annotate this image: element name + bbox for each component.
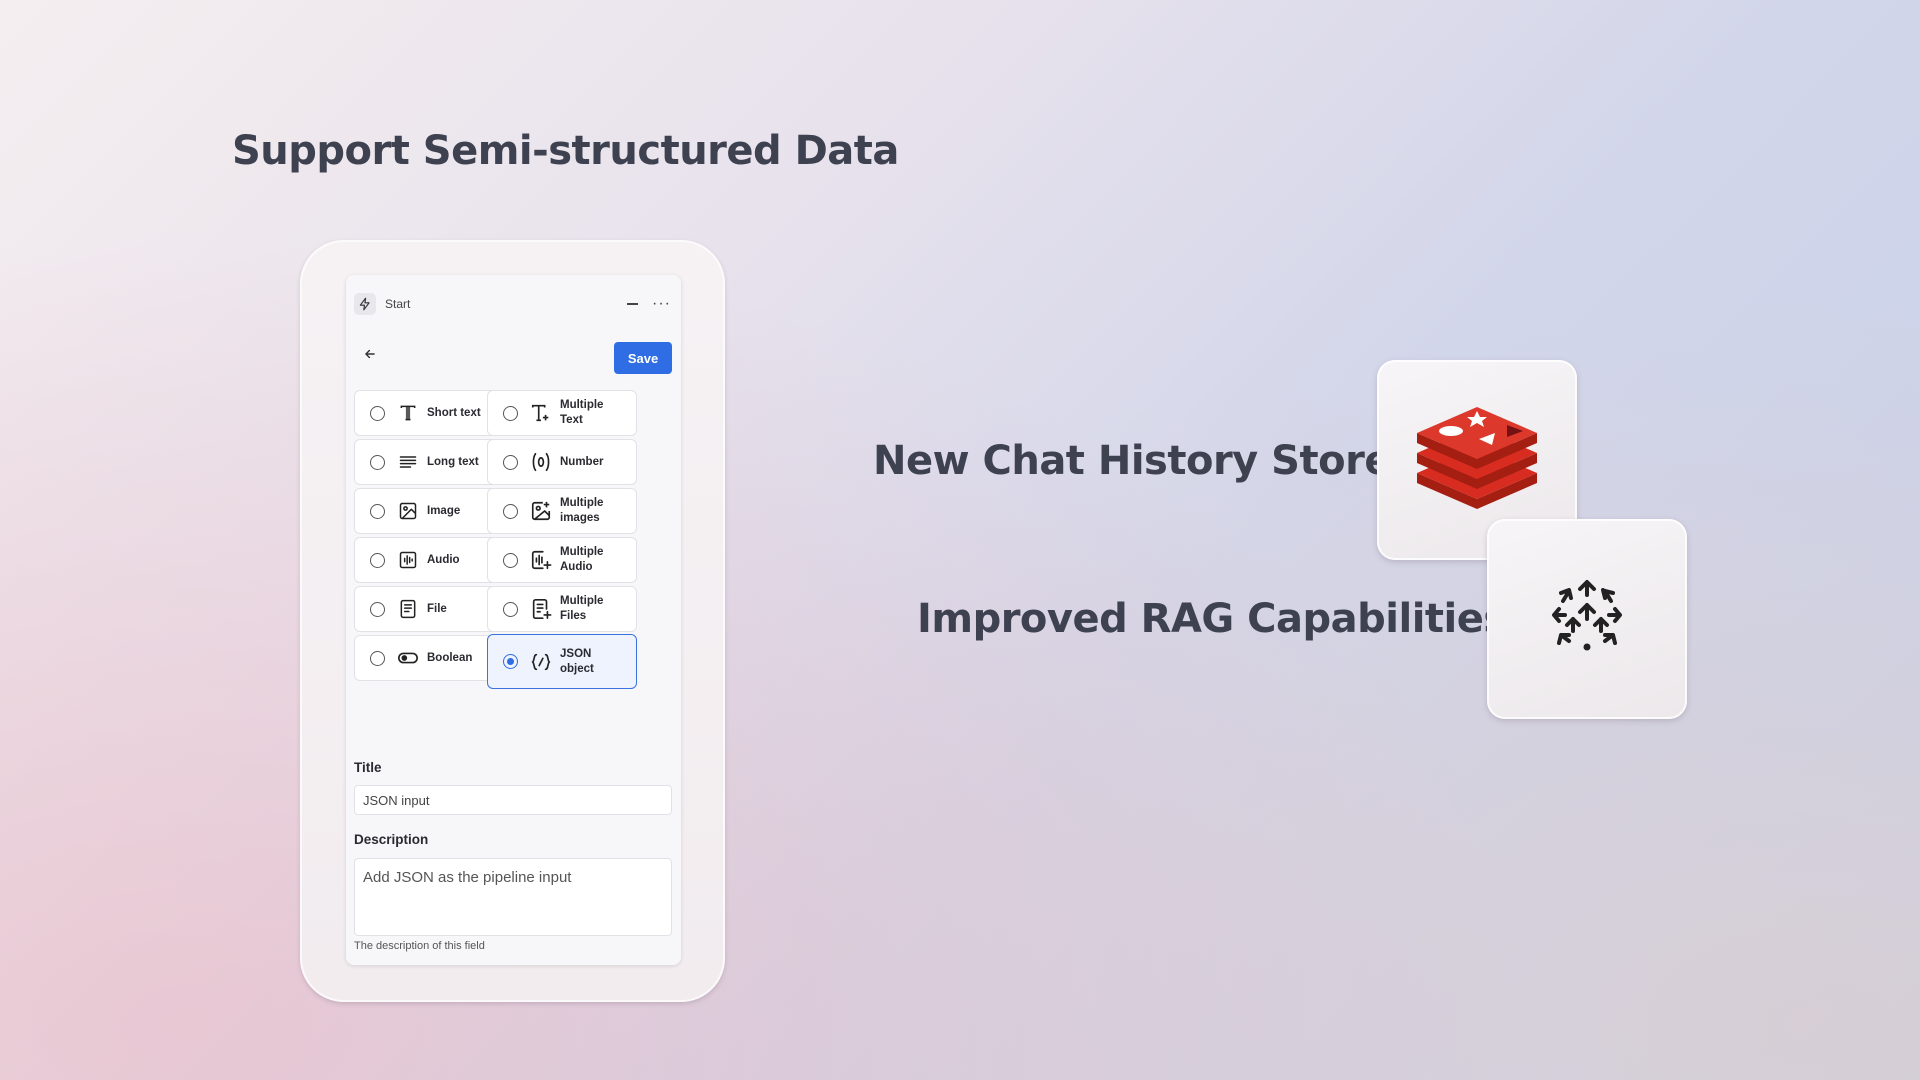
toggle-icon (396, 646, 420, 670)
description-help-text: The description of this field (354, 940, 485, 952)
rag-network-icon (1547, 577, 1627, 662)
description-input[interactable]: Add JSON as the pipeline input (354, 858, 672, 936)
option-multiple-images[interactable]: Multiple images (487, 488, 637, 534)
redis-logo-icon (1413, 403, 1541, 518)
option-short-text[interactable]: Short text (354, 390, 504, 436)
back-arrow-icon[interactable] (359, 343, 381, 365)
option-label: Number (560, 455, 604, 468)
title-input[interactable] (354, 785, 672, 815)
file-icon (396, 597, 420, 621)
radio-button[interactable] (370, 503, 385, 519)
short-text-icon (396, 401, 420, 425)
option-label: Boolean (427, 651, 473, 664)
radio-button[interactable] (370, 552, 385, 568)
more-options-icon[interactable]: ··· (652, 296, 671, 312)
option-json-object[interactable]: JSON object (487, 634, 637, 689)
option-audio[interactable]: Audio (354, 537, 504, 583)
multiple-text-icon (529, 401, 553, 425)
image-icon (396, 499, 420, 523)
radio-button[interactable] (503, 503, 518, 519)
radio-button[interactable] (370, 405, 385, 421)
option-image[interactable]: Image (354, 488, 504, 534)
option-label: Multiple Audio (560, 546, 604, 573)
radio-button[interactable] (503, 552, 518, 568)
option-label: Long text (427, 455, 479, 468)
multiple-audio-icon (529, 548, 553, 572)
option-multiple-audio[interactable]: Multiple Audio (487, 537, 637, 583)
option-label: Image (427, 504, 461, 517)
option-long-text[interactable]: Long text (354, 439, 504, 485)
headline-rag: Improved RAG Capabilities (917, 596, 1507, 642)
save-button[interactable]: Save (614, 342, 672, 374)
description-label: Description (354, 832, 429, 847)
lightning-icon (354, 293, 376, 315)
multiple-files-icon (529, 597, 553, 621)
radio-button-selected[interactable] (503, 654, 518, 669)
start-node-panel: Start ··· Save Short text Multiple Text (346, 275, 681, 965)
radio-button[interactable] (370, 601, 385, 617)
radio-button[interactable] (503, 601, 518, 617)
title-label: Title (354, 760, 382, 775)
headline-chat-history: New Chat History Store (873, 438, 1391, 484)
option-boolean[interactable]: Boolean (354, 635, 504, 681)
long-text-icon (396, 450, 420, 474)
option-label: JSON object (560, 647, 594, 675)
multiple-images-icon (529, 499, 553, 523)
option-label: Short text (427, 406, 481, 419)
option-label: Audio (427, 553, 460, 566)
json-icon (529, 650, 553, 674)
panel-title: Start (385, 297, 411, 311)
option-multiple-text[interactable]: Multiple Text (487, 390, 637, 436)
rag-card (1487, 519, 1687, 719)
option-label: Multiple images (560, 497, 604, 524)
number-icon (529, 450, 553, 474)
minimize-icon[interactable] (627, 303, 639, 305)
option-number[interactable]: Number (487, 439, 637, 485)
radio-button[interactable] (503, 405, 518, 421)
option-multiple-files[interactable]: Multiple Files (487, 586, 637, 632)
option-file[interactable]: File (354, 586, 504, 632)
headline-semi-structured: Support Semi-structured Data (232, 128, 899, 174)
audio-icon (396, 548, 420, 572)
panel-header: Start ··· (354, 291, 673, 317)
option-label: Multiple Files (560, 595, 604, 622)
radio-button[interactable] (370, 454, 385, 470)
radio-button[interactable] (370, 650, 385, 666)
option-label: File (427, 602, 447, 615)
radio-button[interactable] (503, 454, 518, 470)
option-label: Multiple Text (560, 399, 604, 426)
